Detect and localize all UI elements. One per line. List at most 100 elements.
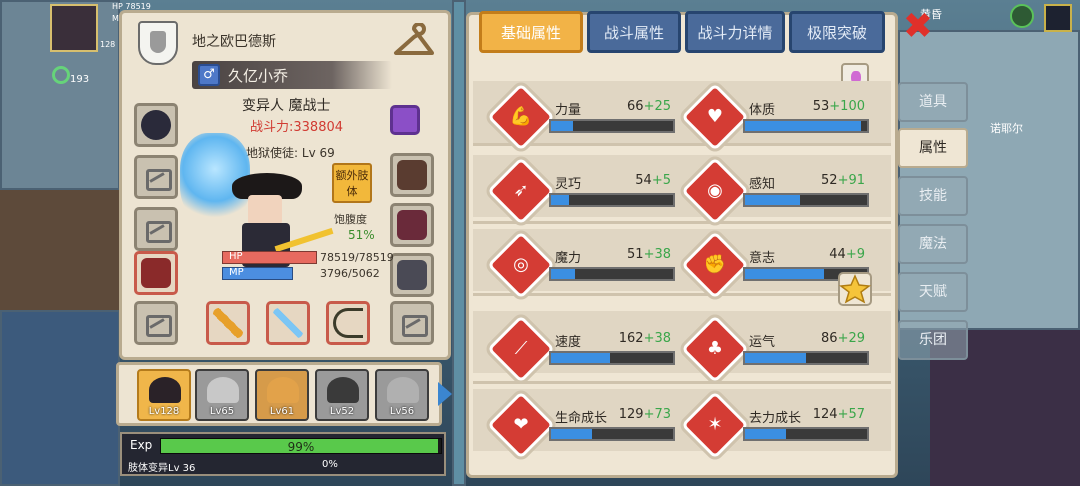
attr-name: 感知: [749, 177, 776, 192]
tab-basic-attributes[interactable]: 基础属性: [479, 11, 583, 53]
eye-icon-glyph: ◉: [707, 180, 723, 201]
extra-limb-button[interactable]: 额外肢体: [332, 163, 372, 203]
attr-bar-fill: [745, 121, 861, 131]
attr-base-value: 54: [635, 173, 652, 188]
attr-value: 66+25: [601, 99, 671, 114]
member-level: Lv56: [389, 406, 415, 417]
equip-slot-empty[interactable]: [390, 301, 434, 345]
attr-bar: [743, 351, 869, 365]
star-icon[interactable]: [838, 272, 872, 306]
equip-slot-weapon-2[interactable]: [266, 301, 310, 345]
close-icon[interactable]: ✖: [902, 9, 934, 45]
attr-base-value: 52: [821, 173, 838, 188]
guild-name: 地之欧巴德斯: [192, 34, 276, 50]
equip-slot-weapon-1[interactable]: [206, 301, 250, 345]
magic-swirl-icon-glyph: ◎: [513, 254, 529, 275]
glove-icon: [397, 160, 427, 190]
attr-bar: [743, 427, 869, 441]
attr-name: 灵巧: [555, 177, 582, 192]
attr-bonus-value: +91: [837, 173, 865, 188]
attr-base-value: 86: [821, 331, 838, 346]
attr-bonus-value: +9: [845, 247, 865, 262]
guild-crest-icon: [138, 21, 178, 65]
equip-slot-accessory[interactable]: [390, 203, 434, 247]
hud-mp-label: M: [112, 14, 119, 23]
attr-bonus-value: +25: [643, 99, 671, 114]
attr-bar-fill: [551, 429, 592, 439]
character-class: 变异人 魔战士: [242, 98, 331, 114]
globe-icon[interactable]: [1010, 4, 1034, 28]
attr-bar-fill: [745, 195, 800, 205]
party-member-2[interactable]: Lv65: [195, 369, 249, 421]
attr-bonus-value: +57: [837, 407, 865, 422]
satiety-label: 饱腹度: [334, 213, 367, 226]
mp-bar-label: MP: [229, 267, 244, 278]
attr-bonus-value: +38: [643, 331, 671, 346]
member-portrait: [267, 377, 299, 403]
attr-bar: [743, 119, 869, 133]
member-portrait: [207, 377, 239, 403]
attr-bar: [549, 193, 675, 207]
minimap-button[interactable]: [1044, 4, 1072, 32]
name-bar: ♂ 久亿小乔: [192, 61, 392, 89]
equip-slot-boots[interactable]: [390, 253, 434, 297]
attr-bar-fill: [745, 353, 806, 363]
attr-value: 86+29: [795, 331, 865, 346]
attr-value: 51+38: [601, 247, 671, 262]
equip-slot-empty[interactable]: [134, 301, 178, 345]
attr-value: 162+38: [601, 331, 671, 346]
equip-slot-weapon-3[interactable]: [326, 301, 370, 345]
party-next-arrow-icon[interactable]: [438, 382, 452, 406]
attr-value: 44+9: [795, 247, 865, 262]
side-menu-band[interactable]: 乐团: [898, 320, 968, 360]
attr-base-value: 51: [627, 247, 644, 262]
attr-value: 129+73: [601, 407, 671, 422]
member-level: Lv128: [148, 406, 180, 417]
tab-combat-attributes[interactable]: 战斗属性: [587, 11, 681, 53]
attr-bar-fill: [745, 269, 824, 279]
body-icon-glyph: ♥: [706, 106, 724, 127]
party-member-4[interactable]: Lv52: [315, 369, 369, 421]
divider: [473, 293, 891, 296]
party-member-3[interactable]: Lv61: [255, 369, 309, 421]
hp-bar-label: HP: [229, 251, 243, 262]
attr-bar-fill: [551, 269, 575, 279]
side-menu-items[interactable]: 道具: [898, 82, 968, 122]
attr-base-value: 66: [627, 99, 644, 114]
attr-name: 生命成长: [555, 411, 608, 426]
mask-icon: [397, 210, 427, 240]
hud-player-portrait[interactable]: [50, 4, 98, 52]
attr-bar-fill: [551, 195, 569, 205]
attr-name: 去力成长: [749, 411, 802, 426]
character-face: [248, 195, 282, 225]
attr-name: 意志: [749, 251, 776, 266]
hanger-icon[interactable]: [392, 23, 436, 63]
side-menu-skills[interactable]: 技能: [898, 176, 968, 216]
attr-name: 运气: [749, 335, 776, 350]
buff-slot[interactable]: [390, 105, 420, 135]
equip-slot-gloves[interactable]: [390, 153, 434, 197]
attr-bonus-value: +5: [651, 173, 671, 188]
tab-limit-break[interactable]: 极限突破: [789, 11, 885, 53]
tab-power-details[interactable]: 战斗力详情: [685, 11, 785, 53]
party-member-row: Lv128 Lv65 Lv61 Lv52 Lv56: [116, 362, 442, 426]
will-icon-glyph: ✊: [703, 254, 727, 275]
party-member-5[interactable]: Lv56: [375, 369, 429, 421]
side-menu-magic[interactable]: 魔法: [898, 224, 968, 264]
party-member-1[interactable]: Lv128: [137, 369, 191, 421]
player-name: 久亿小乔: [228, 67, 289, 85]
member-portrait: [327, 377, 359, 403]
attr-bar: [549, 351, 675, 365]
hud-level: 128: [100, 40, 116, 49]
member-portrait: [149, 377, 181, 403]
attr-bonus-value: +100: [829, 99, 865, 114]
side-menu-attributes[interactable]: 属性: [898, 128, 968, 168]
limb-mutation-level: 肢体变异Lv 36: [128, 463, 196, 474]
bg-floor: [0, 310, 120, 486]
exp-panel: Exp 99% 肢体变异Lv 36 0%: [120, 432, 446, 476]
male-gender-icon: ♂: [198, 64, 220, 86]
life-growth-icon-glyph: ❤: [513, 414, 529, 435]
attr-base-value: 124: [812, 407, 838, 422]
attr-bonus-value: +73: [643, 407, 671, 422]
side-menu-talent[interactable]: 天赋: [898, 272, 968, 312]
